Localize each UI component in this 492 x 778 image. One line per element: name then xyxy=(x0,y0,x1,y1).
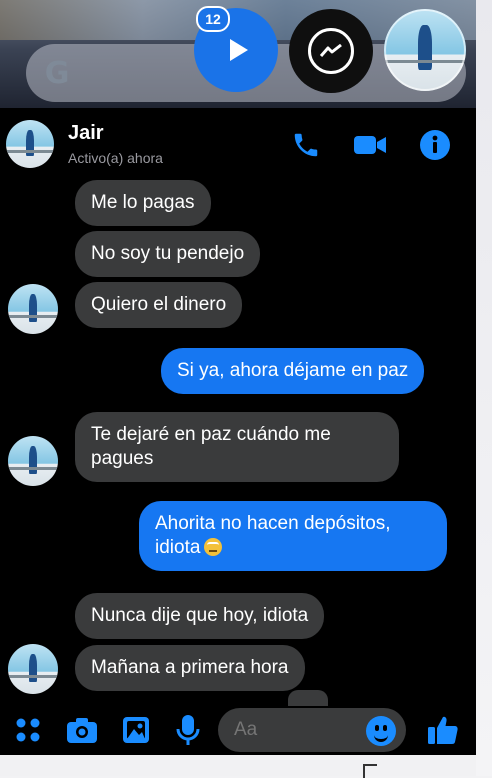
sender-avatar xyxy=(8,284,58,334)
message-text-line: idiota xyxy=(155,537,201,558)
contact-status: Activo(a) ahora xyxy=(68,150,163,166)
sender-avatar xyxy=(8,436,58,486)
message-incoming[interactable]: Me lo pagas xyxy=(75,180,211,226)
screenshot-border xyxy=(476,0,492,776)
camera-icon[interactable] xyxy=(66,714,98,746)
info-icon[interactable] xyxy=(418,128,452,162)
conversation-header: Jair Activo(a) ahora xyxy=(0,108,476,174)
messenger-screen: G 12 Jair Activo(a) ahora Me lo pagas No… xyxy=(0,0,476,755)
rolling-eyes-emoji-icon xyxy=(204,538,223,556)
message-incoming[interactable]: Mañana a primera hora xyxy=(75,645,305,691)
message-text-line: Te dejaré en paz cuándo me xyxy=(91,424,331,445)
contact-name[interactable]: Jair xyxy=(68,122,104,145)
play-icon xyxy=(230,39,248,61)
message-composer xyxy=(0,706,476,755)
contact-avatar[interactable] xyxy=(6,120,54,168)
message-incoming[interactable]: Te dejaré en paz cuándo me pagues xyxy=(75,412,399,482)
contact-chat-head[interactable] xyxy=(384,9,466,91)
gallery-icon[interactable] xyxy=(120,714,152,746)
sender-avatar xyxy=(8,644,58,694)
notification-badge: 12 xyxy=(196,6,230,32)
message-outgoing[interactable]: Si ya, ahora déjame en paz xyxy=(161,348,425,394)
message-text-line: Ahorita no hacen depósitos, xyxy=(155,513,391,534)
thumbs-up-icon[interactable] xyxy=(427,714,459,746)
messenger-icon xyxy=(308,28,354,74)
message-incoming[interactable]: Quiero el dinero xyxy=(75,282,243,328)
screenshot-border xyxy=(0,755,476,776)
message-incoming[interactable]: No soy tu pendejo xyxy=(75,231,261,277)
message-outgoing[interactable]: Ahorita no hacen depósitos, idiota xyxy=(139,501,447,571)
typing-indicator xyxy=(288,690,328,706)
message-text-line: pagues xyxy=(91,448,154,469)
google-logo: G xyxy=(44,55,70,91)
video-call-icon[interactable] xyxy=(353,128,387,162)
messenger-chat-head[interactable] xyxy=(289,9,373,93)
microphone-icon[interactable] xyxy=(172,714,204,746)
emoji-icon[interactable] xyxy=(366,716,396,746)
phone-call-icon[interactable] xyxy=(289,128,323,162)
message-incoming[interactable]: Nunca dije que hoy, idiota xyxy=(75,593,325,639)
more-actions-icon[interactable] xyxy=(12,714,44,746)
